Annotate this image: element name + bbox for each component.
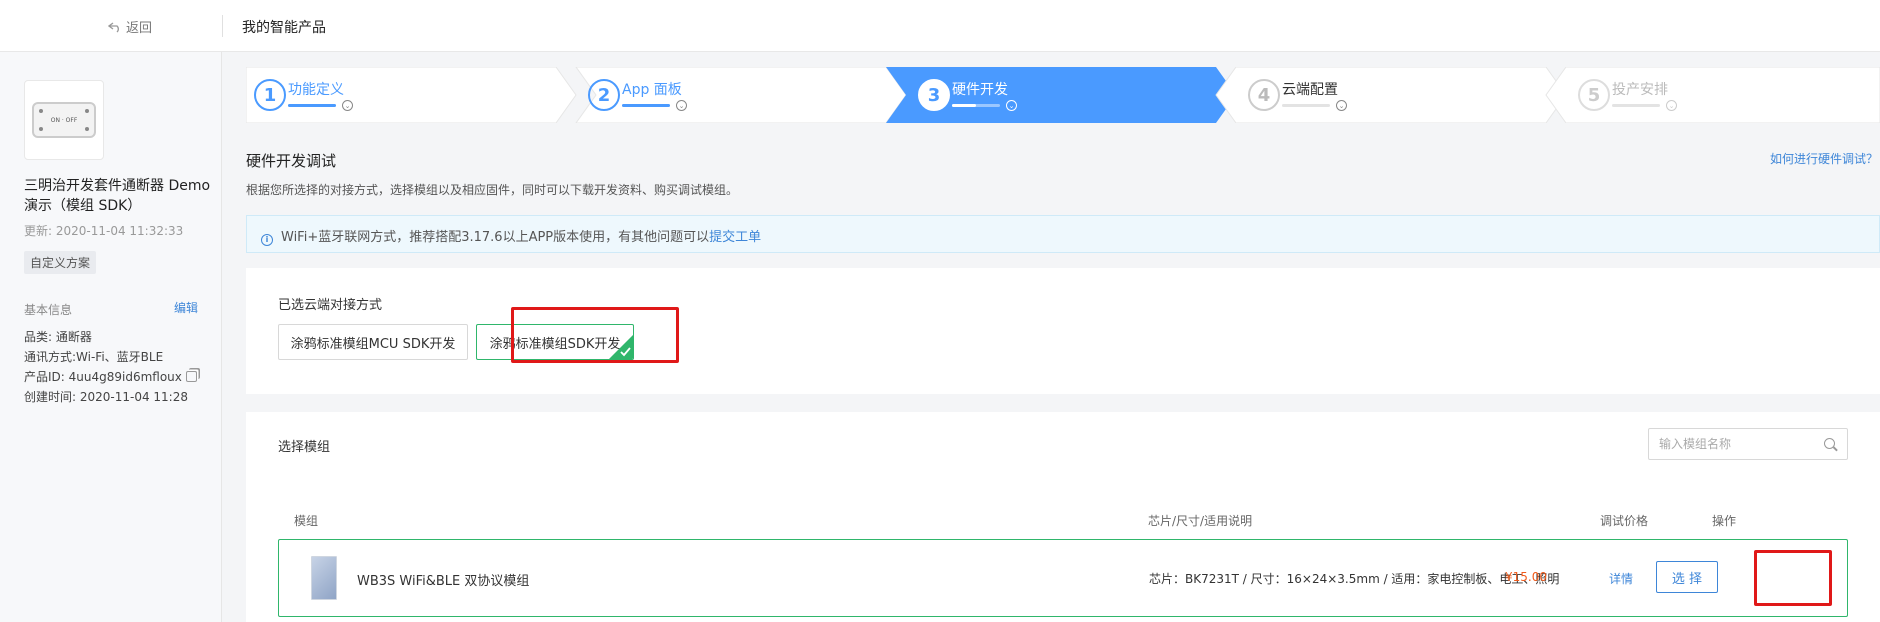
help-link[interactable]: 如何进行硬件调试？ [1770,150,1878,167]
step-3[interactable]: 3 硬件开发 ⌄ [910,67,1210,123]
info-product-id: 产品ID: 4uu4g89id6mfloux [24,368,197,385]
step-number: 3 [918,79,950,111]
chevron-down-icon: ⌄ [342,100,353,111]
table-row[interactable]: WB3S WiFi&BLE 双协议模组 芯片：BK7231T / 尺寸：16×2… [278,539,1848,617]
solution-tag: 自定义方案 [24,251,97,274]
info-icon: i [261,234,273,246]
step-number: 1 [254,79,286,111]
module-title: 选择模组 [278,440,331,455]
module-search-input[interactable] [1648,428,1848,460]
edit-link[interactable]: 编辑 [174,299,198,316]
step-progress [1612,104,1660,107]
info-comm: 通讯方式:Wi-Fi、蓝牙BLE [24,350,164,364]
step-5: 5 投产安排 ⌄ [1570,67,1870,123]
details-link[interactable]: 详情 [1609,570,1633,587]
product-name: 三明治开发套件通断器 Demo 演示（模组 SDK） [24,178,211,214]
selected-check-icon [609,335,633,359]
updated-time: 更新: 2020-11-04 11:32:33 [24,224,184,238]
step-4[interactable]: 4 云端配置 ⌄ [1240,67,1540,123]
device-label: ON · OFF [50,116,78,124]
module-price: ¥15.00 [1505,570,1547,584]
switch-device-icon: ON · OFF [32,102,96,138]
step-number: 2 [588,79,620,111]
product-sidebar: ON · OFF 三明治开发套件通断器 Demo 演示（模组 SDK） 更新: … [0,52,222,622]
info-category: 品类: 通断器 [24,330,92,344]
module-name: WB3S WiFi&BLE 双协议模组 [357,574,530,589]
step-label: 投产安排 [1612,82,1668,98]
submit-ticket-link[interactable]: 提交工单 [709,230,761,245]
chevron-down-icon: ⌄ [1006,100,1017,111]
info-created: 创建时间: 2020-11-04 11:28 [24,390,188,404]
back-label: 返回 [126,21,153,36]
search-icon[interactable] [1824,438,1835,449]
info-notice: i WiFi+蓝牙联网方式，推荐搭配3.17.6以上APP版本使用，有其他问题可以… [246,215,1880,253]
basic-info-title: 基本信息 [24,303,73,317]
step-number: 4 [1248,79,1280,111]
step-label: 功能定义 [288,82,344,98]
section-subtitle: 根据您所选择的对接方式，选择模组以及相应固件，同时可以下载开发资料、购买调试模组… [246,183,739,197]
step-1[interactable]: 1 功能定义 ⌄ [246,67,546,123]
step-label: App 面板 [622,82,682,98]
divider [222,15,223,37]
back-arrow-icon [108,21,119,32]
connection-title: 已选云端对接方式 [278,298,383,313]
section-title: 硬件开发调试 [246,152,337,170]
step-progress [622,104,670,107]
step-label: 云端配置 [1282,82,1338,98]
copy-icon[interactable] [185,371,197,382]
step-2[interactable]: 2 App 面板 ⌄ [580,67,880,123]
module-desc: 芯片：BK7231T / 尺寸：16×24×3.5mm / 适用：家电控制板、电… [1149,572,1560,586]
chevron-down-icon: ⌄ [676,100,687,111]
step-number: 5 [1578,79,1610,111]
option-module-sdk[interactable]: 涂鸦标准模组SDK开发 [476,324,634,360]
option-label: 涂鸦标准模组MCU SDK开发 [290,336,456,352]
connection-card: 已选云端对接方式 涂鸦标准模组MCU SDK开发 涂鸦标准模组SDK开发 [246,268,1880,394]
col-desc: 芯片/尺寸/适用说明 [1148,514,1253,528]
option-mcu-sdk[interactable]: 涂鸦标准模组MCU SDK开发 [278,324,468,360]
col-action: 操作 [1712,514,1737,528]
step-progress [1282,104,1330,107]
page-title: 我的智能产品 [242,20,326,36]
module-image [311,556,337,600]
select-button[interactable]: 选 择 [1656,561,1718,593]
module-card: 选择模组 模组 芯片/尺寸/适用说明 调试价格 操作 WB3S WiFi&BLE… [246,412,1880,622]
col-price: 调试价格 [1600,514,1649,528]
col-module: 模组 [294,514,319,528]
notice-text: WiFi+蓝牙联网方式，推荐搭配3.17.6以上APP版本使用，有其他问题可以 [281,230,710,245]
step-label: 硬件开发 [952,82,1008,98]
back-button[interactable]: 返回 [108,17,152,36]
top-bar: 返回 我的智能产品 [0,0,1880,52]
progress-steps: 1 功能定义 ⌄ 2 App 面板 ⌄ 3 硬件开发 ⌄ 4 云端配置 ⌄ 5 … [246,67,1880,123]
step-progress [952,104,1000,107]
product-id: 产品ID: 4uu4g89id6mfloux [24,370,182,384]
chevron-down-icon: ⌄ [1666,100,1677,111]
step-progress [288,104,336,107]
chevron-down-icon: ⌄ [1336,100,1347,111]
option-label: 涂鸦标准模组SDK开发 [489,336,621,352]
product-image: ON · OFF [24,80,104,160]
